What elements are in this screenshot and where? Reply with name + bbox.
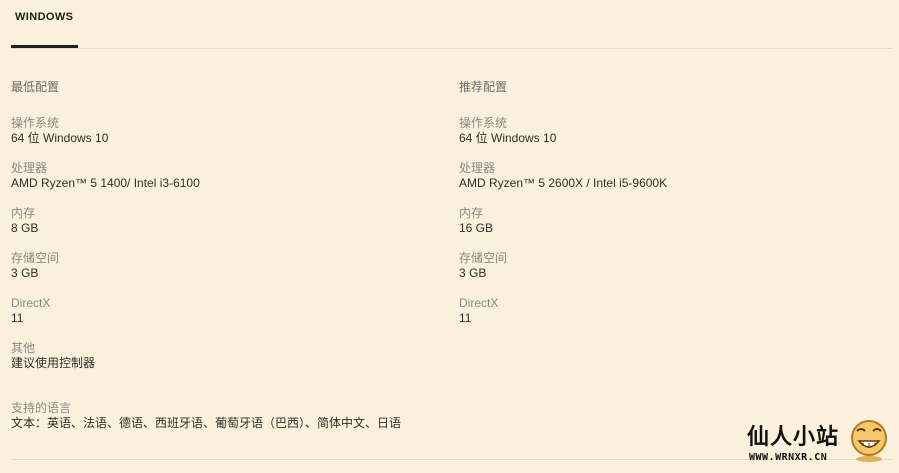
languages-label: 支持的语言 [11,401,72,415]
spec-memory: 内存 16 GB [459,206,667,251]
spec-value: 3 GB [459,266,487,280]
spec-label: 存储空间 [459,251,508,265]
minimum-spec-list: 操作系统 64 位 Windows 10 处理器 AMD Ryzen™ 5 14… [11,116,200,386]
spec-storage: 存储空间 3 GB [11,251,200,296]
spec-label: 操作系统 [11,116,60,130]
minimum-requirements-title: 最低配置 [11,80,60,94]
spec-value: 建议使用控制器 [11,356,96,370]
spec-value: 3 GB [11,266,39,280]
watermark-title: 仙人小站 [747,425,840,450]
spec-directx: DirectX 11 [459,296,667,341]
spec-value: 8 GB [11,221,39,235]
spec-value: AMD Ryzen™ 5 1400/ Intel i3-6100 [11,176,200,190]
spec-cpu: 处理器 AMD Ryzen™ 5 1400/ Intel i3-6100 [11,161,200,206]
spec-os: 操作系统 64 位 Windows 10 [459,116,667,161]
spec-memory: 内存 8 GB [11,206,200,251]
recommended-requirements-title: 推荐配置 [459,80,508,94]
minimum-requirements: 最低配置 操作系统 64 位 Windows 10 处理器 AMD Ryzen™… [11,79,431,370]
spec-label: DirectX [459,296,499,310]
supported-languages: 支持的语言 文本：英语、法语、德语、西班牙语、葡萄牙语（巴西）、简体中文、日语 [11,401,401,431]
spec-storage: 存储空间 3 GB [459,251,667,296]
spec-label: 处理器 [459,161,496,175]
spec-value: 64 位 Windows 10 [459,131,557,145]
spec-other: 其他 建议使用控制器 [11,341,200,386]
spec-value: 11 [459,311,472,325]
spec-value: 64 位 Windows 10 [11,131,109,145]
watermark-url: WWW.WRNXR.CN [749,452,828,463]
spec-os: 操作系统 64 位 Windows 10 [11,116,200,161]
recommended-spec-list: 操作系统 64 位 Windows 10 处理器 AMD Ryzen™ 5 26… [459,116,667,341]
spec-label: 存储空间 [11,251,60,265]
tab-windows[interactable]: WINDOWS [11,0,78,48]
spec-label: DirectX [11,296,51,310]
spec-label: 处理器 [11,161,48,175]
languages-value: 文本：英语、法语、德语、西班牙语、葡萄牙语（巴西）、简体中文、日语 [11,416,402,430]
spec-label: 其他 [11,341,36,355]
spec-value: 11 [11,311,24,325]
spec-label: 内存 [459,206,484,220]
spec-value: AMD Ryzen™ 5 2600X / Intel i5-9600K [459,176,668,190]
spec-cpu: 处理器 AMD Ryzen™ 5 2600X / Intel i5-9600K [459,161,667,206]
smiley-face-icon [851,420,887,462]
watermark-logo: 仙人小站 WWW.WRNXR.CN [747,415,895,467]
spec-label: 内存 [11,206,36,220]
spec-label: 操作系统 [459,116,508,130]
recommended-requirements: 推荐配置 操作系统 64 位 Windows 10 处理器 AMD Ryzen™… [459,79,879,325]
spec-value: 16 GB [459,221,494,235]
spec-directx: DirectX 11 [11,296,200,341]
platform-tab-bar: WINDOWS [11,0,893,49]
